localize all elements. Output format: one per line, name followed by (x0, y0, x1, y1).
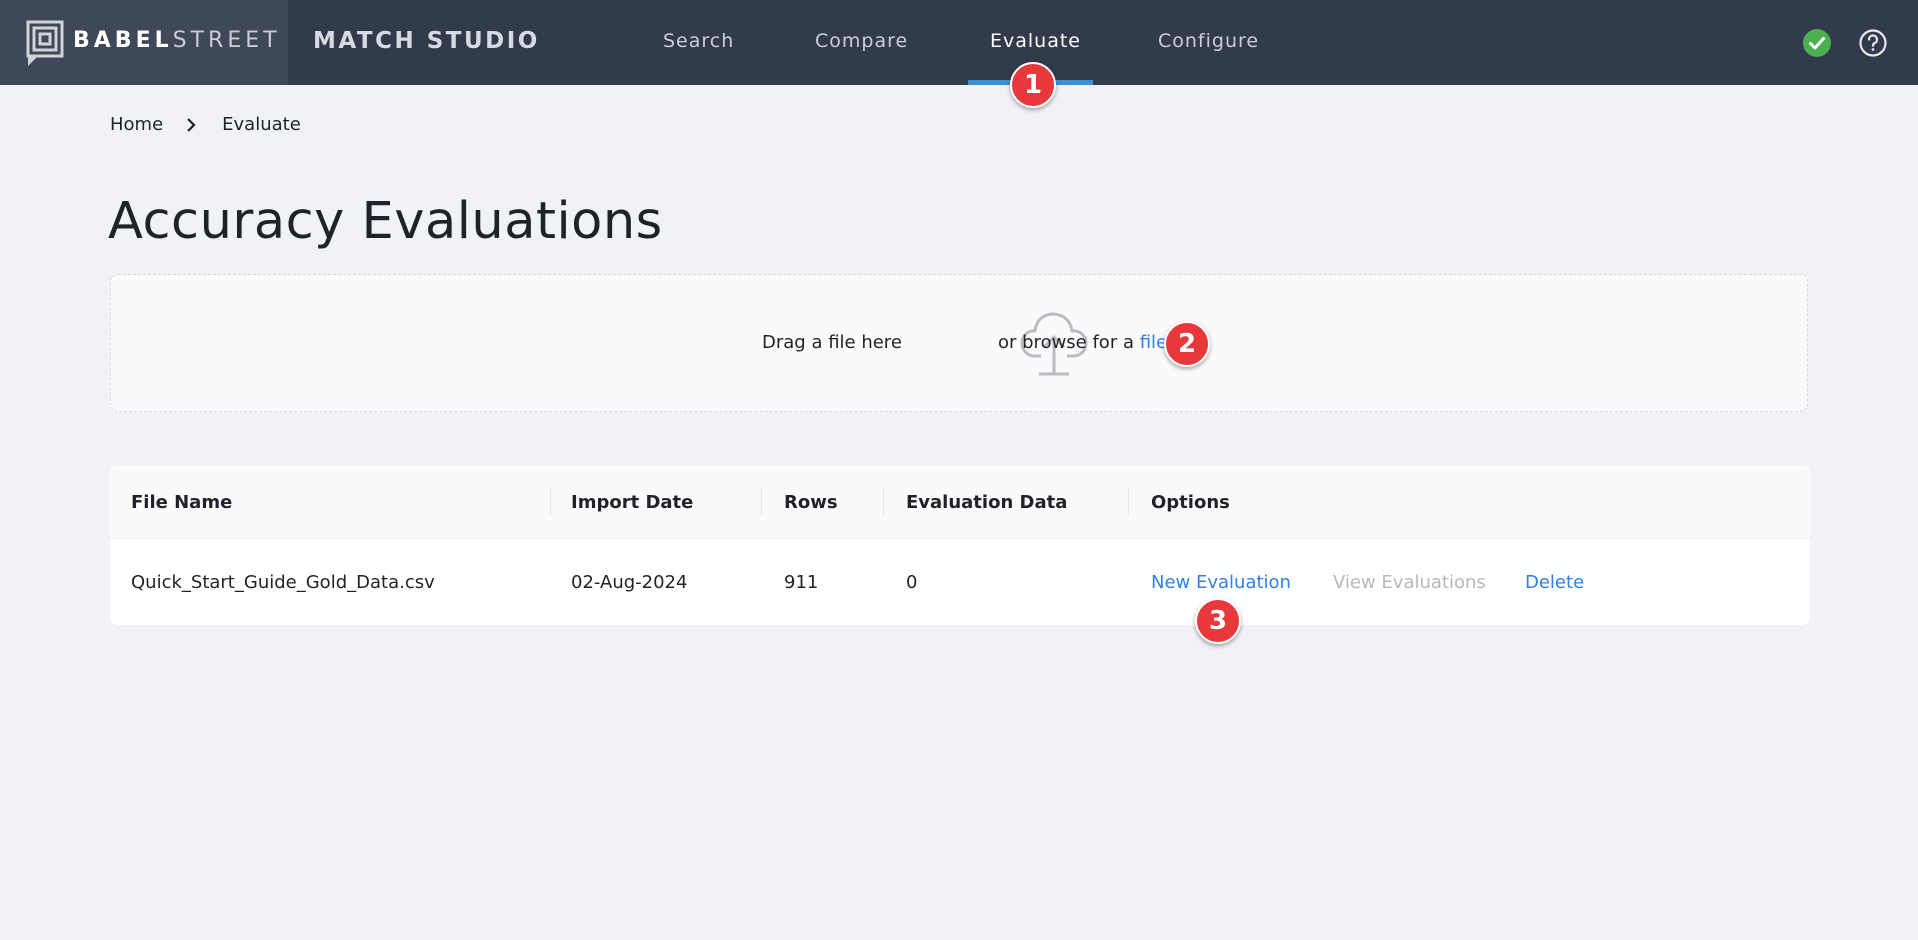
browse-prefix: or browse for a (998, 332, 1134, 353)
babelstreet-logo-icon (26, 20, 64, 66)
new-evaluation-link[interactable]: New Evaluation (1151, 572, 1291, 593)
column-divider (761, 487, 762, 517)
brand-wordmark-bold: BABEL (73, 28, 173, 53)
nav-tab-evaluate[interactable]: Evaluate (990, 30, 1081, 52)
column-divider (550, 487, 551, 517)
brand-wordmark-light: STREET (172, 28, 281, 53)
help-icon[interactable] (1858, 28, 1888, 58)
breadcrumb-home-link[interactable]: Home (110, 114, 163, 135)
column-header-options: Options (1151, 492, 1230, 513)
brand-area[interactable]: BABELSTREET (0, 0, 288, 85)
column-header-evaluation-data: Evaluation Data (906, 492, 1068, 513)
top-navigation-bar: BABELSTREET MATCH STUDIO Search Compare … (0, 0, 1918, 85)
breadcrumb-current: Evaluate (222, 114, 301, 135)
view-evaluations-link: View Evaluations (1333, 572, 1486, 593)
column-header-import-date: Import Date (571, 492, 694, 513)
breadcrumb: Home Evaluate (110, 114, 301, 135)
nav-tab-search[interactable]: Search (663, 30, 734, 52)
drag-file-text: Drag a file here (762, 332, 902, 353)
cell-import-date: 02-Aug-2024 (571, 572, 688, 593)
step-marker-2: 2 (1164, 321, 1210, 367)
evaluations-table: File Name Import Date Rows Evaluation Da… (110, 465, 1810, 625)
cell-evaluation-data: 0 (906, 572, 918, 593)
column-divider (1128, 487, 1129, 517)
column-divider (883, 487, 884, 517)
table-header: File Name Import Date Rows Evaluation Da… (110, 465, 1810, 539)
browse-text: or browse for a file (998, 332, 1167, 353)
step-marker-3: 3 (1195, 598, 1241, 644)
nav-tab-compare[interactable]: Compare (815, 30, 908, 52)
step-marker-1: 1 (1010, 62, 1056, 108)
delete-link[interactable]: Delete (1525, 572, 1584, 593)
nav-tab-configure[interactable]: Configure (1158, 30, 1259, 52)
brand-wordmark: BABELSTREET (73, 28, 281, 53)
status-ok-icon[interactable] (1803, 29, 1831, 57)
cell-rows: 911 (784, 572, 819, 593)
page-title: Accuracy Evaluations (108, 192, 663, 251)
product-name: MATCH STUDIO (313, 28, 540, 54)
chevron-right-icon (187, 117, 196, 132)
column-header-rows: Rows (784, 492, 838, 513)
column-header-file-name: File Name (131, 492, 233, 513)
cell-file-name: Quick_Start_Guide_Gold_Data.csv (131, 572, 435, 593)
file-dropzone[interactable]: Drag a file here or browse for a file (110, 274, 1808, 412)
